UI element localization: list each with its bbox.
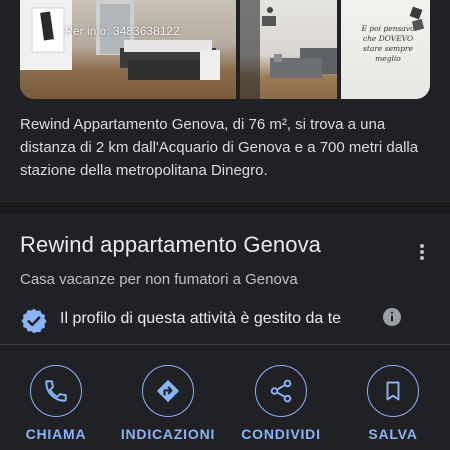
place-title: Rewind appartamento Genova xyxy=(20,232,322,257)
photo-living-room[interactable] xyxy=(240,0,337,99)
more-options-button[interactable] xyxy=(410,240,434,264)
actions-divider xyxy=(0,344,450,345)
photo-gallery[interactable]: Per info: 3483638122 E poi pensavo che D… xyxy=(20,0,430,99)
directions-label: INDICAZIONI xyxy=(120,426,216,442)
share-button[interactable]: CONDIVIDI xyxy=(231,365,331,442)
call-button[interactable]: CHIAMA xyxy=(6,365,106,442)
verified-owner-row: Il profilo di questa attività è gestito … xyxy=(20,307,440,334)
place-category: Casa vacanze per non fumatori a Genova xyxy=(20,271,298,288)
call-label: CHIAMA xyxy=(25,426,87,442)
wall-quote-text: E poi pensavo che DOVEVO stare sempre me… xyxy=(361,24,415,63)
save-label: SALVA xyxy=(368,426,418,442)
phone-icon xyxy=(45,380,67,402)
save-button[interactable]: SALVA xyxy=(343,365,443,442)
photo-bedroom[interactable]: Per info: 3483638122 xyxy=(20,0,236,99)
photo-wall-quote[interactable]: E poi pensavo che DOVEVO stare sempre me… xyxy=(341,0,430,99)
directions-button[interactable]: INDICAZIONI xyxy=(118,365,218,442)
bedroom-illustration xyxy=(20,0,220,80)
verified-owner-text: Il profilo di questa attività è gestito … xyxy=(60,310,342,327)
share-icon xyxy=(270,379,292,403)
more-vert-icon xyxy=(420,244,424,260)
info-icon[interactable] xyxy=(382,307,402,327)
photo-watermark: Per info: 3483638122 xyxy=(65,24,180,38)
place-description: Rewind Appartamento Genova, di 76 m², si… xyxy=(20,116,419,179)
bookmark-icon xyxy=(386,381,400,401)
verified-badge-icon xyxy=(21,308,47,334)
section-divider xyxy=(0,201,450,213)
living-room-illustration xyxy=(240,0,337,99)
directions-icon xyxy=(156,379,180,403)
share-label: CONDIVIDI xyxy=(241,426,321,442)
